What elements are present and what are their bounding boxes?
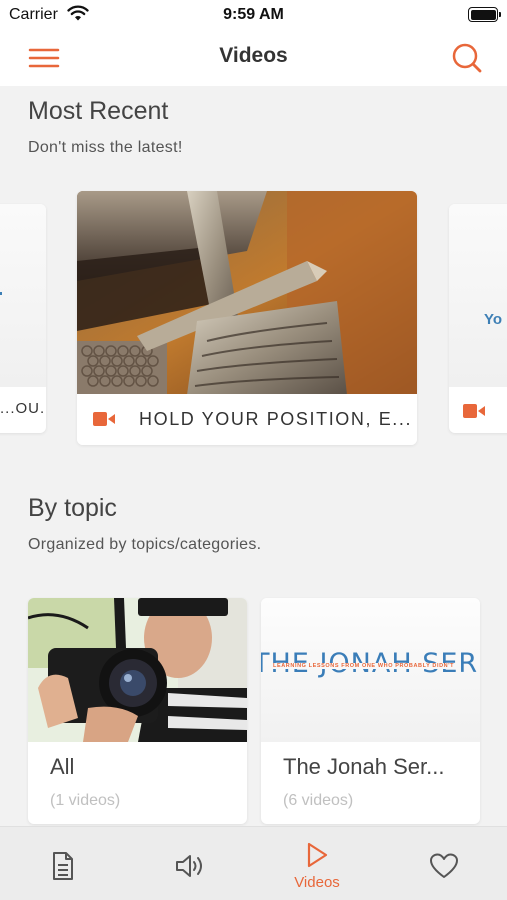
tab-label: Videos xyxy=(294,874,340,891)
recent-video-card[interactable]: ...OU... xyxy=(0,204,46,433)
topic-card-all[interactable]: All (1 videos) xyxy=(28,598,247,824)
battery-icon xyxy=(468,7,501,22)
video-camera-icon xyxy=(93,412,115,426)
video-title: ...OU... xyxy=(0,400,46,417)
speaker-icon xyxy=(176,855,202,877)
topic-name: All xyxy=(50,754,75,779)
video-info-row: HOLD YOUR POSITION, E... xyxy=(77,394,417,445)
by-topic-subtitle: Organized by topics/categories. xyxy=(28,536,262,553)
thumbnail-text: Yo xyxy=(484,311,503,328)
video-camera-icon xyxy=(463,404,485,418)
status-bar: Carrier 9:59 AM xyxy=(0,0,507,30)
video-title: HOLD YOUR POSITION, E... xyxy=(139,409,413,429)
status-time: 9:59 AM xyxy=(223,6,284,23)
topic-name: The Jonah Ser... xyxy=(283,754,445,779)
topic-video-count: (1 videos) xyxy=(50,792,121,809)
topic-card-jonah-series[interactable]: THE JONAH SERIES LEARNING LESSONS FROM O… xyxy=(261,598,480,824)
tab-videos[interactable]: Videos xyxy=(254,827,380,900)
recent-video-card[interactable]: Yo xyxy=(449,204,507,433)
video-thumbnail: Yo xyxy=(449,204,507,387)
most-recent-title: Most Recent xyxy=(28,97,169,125)
topic-video-count: (6 videos) xyxy=(283,792,354,809)
tab-bar: Videos xyxy=(0,826,507,900)
tab-audio[interactable] xyxy=(127,827,253,900)
document-icon xyxy=(53,852,73,880)
tab-notes[interactable] xyxy=(0,827,126,900)
video-thumbnail xyxy=(0,204,46,387)
most-recent-subtitle: Don't miss the latest! xyxy=(28,139,183,156)
search-button[interactable] xyxy=(449,40,485,76)
heart-icon xyxy=(430,853,458,878)
play-icon xyxy=(307,842,328,868)
page-title: Videos xyxy=(219,44,288,67)
recent-video-card[interactable]: HOLD YOUR POSITION, E... xyxy=(77,191,417,445)
nav-bar: Videos xyxy=(0,30,507,86)
topic-thumbnail-camera xyxy=(28,598,247,742)
video-thumbnail-knight-gauntlet xyxy=(77,191,417,395)
by-topic-title: By topic xyxy=(28,494,117,522)
tab-favorites[interactable] xyxy=(381,827,507,900)
thumbnail-tagline: LEARNING LESSONS FROM ONE WHO PROBABLY D… xyxy=(271,663,457,669)
search-icon xyxy=(452,43,482,73)
topic-thumbnail-jonah: THE JONAH SERIES LEARNING LESSONS FROM O… xyxy=(261,598,480,742)
